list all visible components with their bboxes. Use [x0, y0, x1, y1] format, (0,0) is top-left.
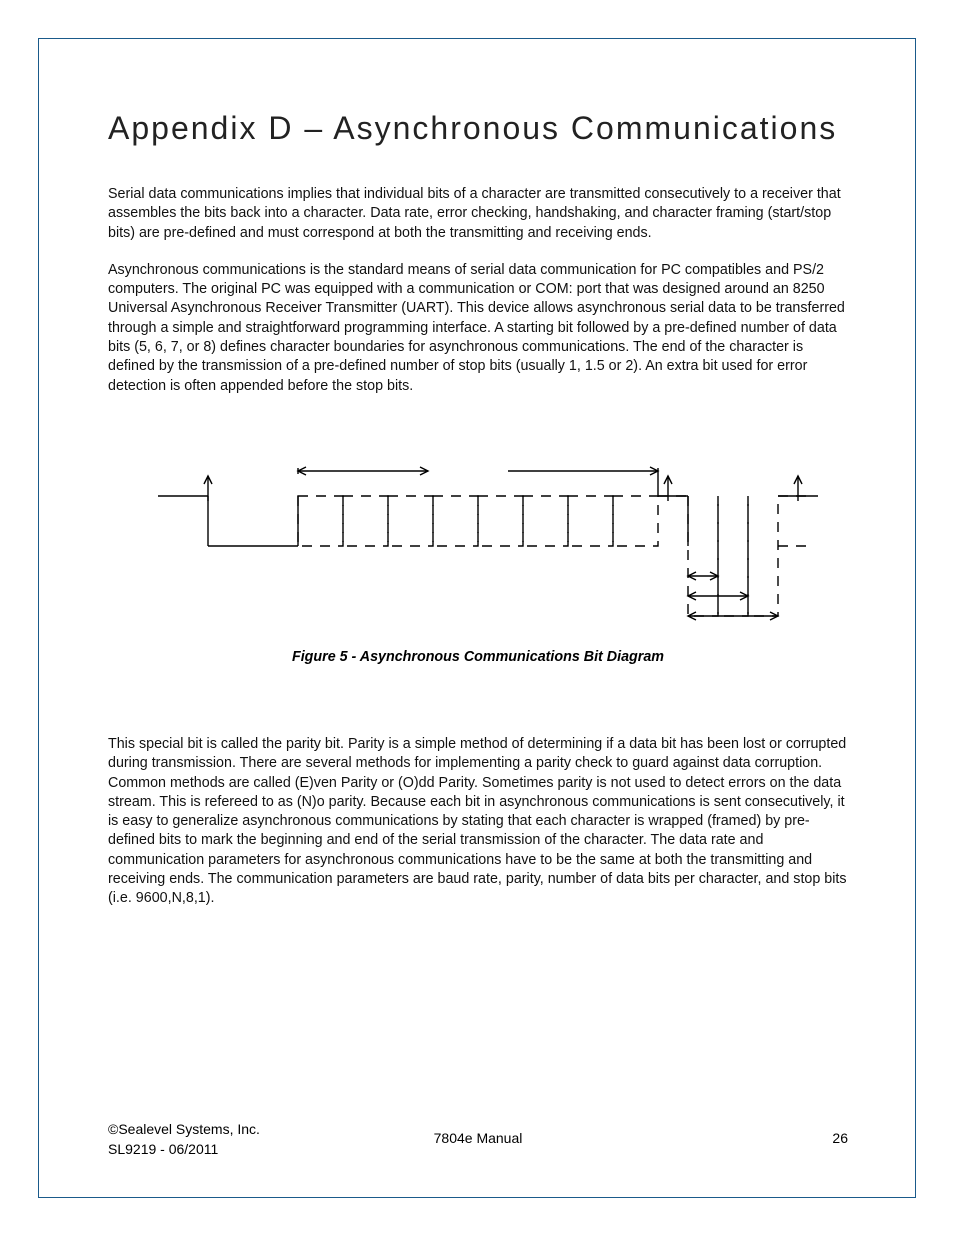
footer-page-number: 26	[832, 1130, 848, 1146]
figure-5	[108, 456, 848, 641]
paragraph-2: Asynchronous communications is the stand…	[108, 261, 848, 396]
page-content: Appendix D – Asynchronous Communications…	[108, 110, 848, 927]
paragraph-1: Serial data communications implies that …	[108, 185, 848, 243]
page-title: Appendix D – Asynchronous Communications	[108, 110, 848, 147]
footer-center: 7804e Manual	[108, 1130, 848, 1146]
figure-caption: Figure 5 - Asynchronous Communications B…	[108, 649, 848, 665]
bit-diagram-svg	[128, 456, 828, 636]
paragraph-3: This special bit is called the parity bi…	[108, 735, 848, 909]
